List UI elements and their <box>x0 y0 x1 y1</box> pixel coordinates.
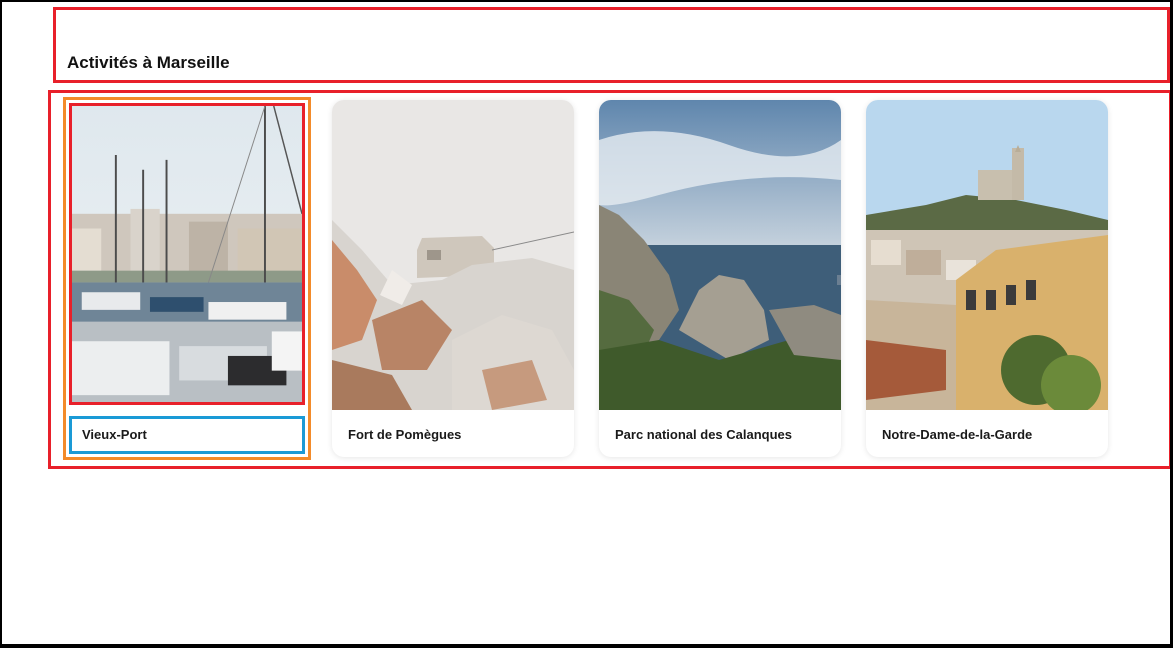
activity-carousel: Vieux-Port Fort de Pomègues Parc nationa… <box>48 90 1170 469</box>
fort-illustration <box>332 100 574 410</box>
activity-name[interactable]: Fort de Pomègues <box>348 427 461 442</box>
coastal-cliffs-sea-photo[interactable] <box>599 100 841 410</box>
basilica-illustration <box>866 100 1108 410</box>
harbor-sailboats-photo[interactable] <box>69 103 305 405</box>
hilltop-basilica-city-photo[interactable] <box>866 100 1108 410</box>
section-header: Activités à Marseille <box>53 7 1170 83</box>
rocky-island-fort-photo[interactable] <box>332 100 574 410</box>
calanques-illustration <box>599 100 841 410</box>
activity-card-calanques[interactable]: Parc national des Calanques <box>599 100 841 457</box>
activity-name[interactable]: Notre-Dame-de-la-Garde <box>882 427 1032 442</box>
page-frame: Activités à Marseille Vieux-Port Fort de… <box>2 2 1170 644</box>
activity-name[interactable]: Vieux-Port <box>82 427 147 442</box>
activity-card-fort-de-pomegues[interactable]: Fort de Pomègues <box>332 100 574 457</box>
harbor-illustration <box>72 106 302 402</box>
activity-card-notre-dame-de-la-garde[interactable]: Notre-Dame-de-la-Garde <box>866 100 1108 457</box>
section-title: Activités à Marseille <box>67 53 230 72</box>
activity-card-vieux-port[interactable]: Vieux-Port <box>63 97 311 460</box>
activity-name[interactable]: Parc national des Calanques <box>615 427 792 442</box>
